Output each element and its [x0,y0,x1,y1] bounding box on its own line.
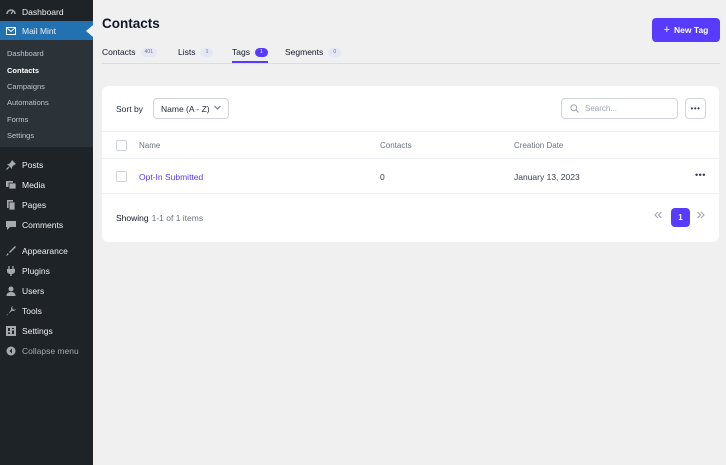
dashboard-icon [6,7,16,17]
tab-contacts[interactable]: Contacts 401 [102,44,157,60]
submenu-pointer [86,25,93,37]
submenu-item-contacts[interactable]: Contacts [7,66,39,75]
count-badge: 0 [328,47,342,57]
sidebar-item-label: Posts [22,160,44,170]
sort-select[interactable]: Name (A - Z) [153,98,229,119]
sidebar-item-pages[interactable]: Pages [0,195,93,215]
sidebar-item-label: Appearance [22,246,68,256]
showing-range: 1-1 of 1 items [151,213,204,223]
next-page-button[interactable] [696,210,706,223]
mail-mint-submenu: Dashboard Contacts Campaigns Automations… [0,40,93,147]
tags-card: Sort by Name (A - Z) ••• Name Contacts C… [102,86,719,242]
sidebar-item-users[interactable]: Users [0,281,93,301]
select-all-checkbox[interactable] [116,140,127,151]
row-checkbox[interactable] [116,171,127,182]
page-title: Contacts [102,16,160,31]
pagination-summary: Showing 1-1 of 1 items [116,213,203,223]
sidebar-item-dashboard[interactable]: Dashboard [0,2,93,22]
column-header-creation-date[interactable]: Creation Date [514,141,563,150]
double-chevron-left-icon [653,211,663,223]
sidebar-item-label: Dashboard [22,7,64,17]
sidebar-item-label: Media [22,180,46,190]
tab-segments[interactable]: Segments 0 [285,44,342,60]
tab-tags[interactable]: Tags 1 [232,44,268,60]
sidebar-item-posts[interactable]: Posts [0,155,93,175]
wrench-icon [6,306,16,316]
sidebar-item-label: Users [22,286,45,296]
collapse-menu-button[interactable]: Collapse menu [0,341,93,361]
tag-contacts-count: 0 [380,172,385,182]
sort-label: Sort by [116,104,143,114]
pages-icon [6,200,16,210]
sidebar-item-comments[interactable]: Comments [0,215,93,235]
sidebar-item-settings[interactable]: Settings [0,321,93,341]
user-icon [6,286,16,296]
search-icon [570,104,579,113]
count-badge: 401 [140,47,157,57]
sidebar-item-label: Settings [22,326,53,336]
more-horizontal-icon: ••• [695,170,706,180]
tab-label: Contacts [102,47,136,57]
column-header-contacts[interactable]: Contacts [380,141,412,150]
settings-icon [6,326,16,336]
active-tab-indicator [232,61,268,63]
count-badge: 1 [254,47,268,57]
previous-page-button[interactable] [653,210,663,223]
table-header: Name Contacts Creation Date [102,131,719,159]
sidebar-item-label: Plugins [22,266,50,276]
sidebar-item-label: Tools [22,306,42,316]
page-number-button[interactable]: 1 [671,208,690,227]
submenu-item-campaigns[interactable]: Campaigns [7,82,45,91]
row-actions-button[interactable]: ••• [695,170,706,180]
sort-value: Name (A - Z) [161,103,210,114]
tab-label: Tags [232,47,250,57]
tag-creation-date: January 13, 2023 [514,172,580,182]
submenu-item-dashboard[interactable]: Dashboard [7,49,44,58]
sidebar-item-tools[interactable]: Tools [0,301,93,321]
admin-sidebar: Dashboard Mail Mint Dashboard Contacts C… [0,0,93,465]
sidebar-item-appearance[interactable]: Appearance [0,241,93,261]
sidebar-item-plugins[interactable]: Plugins [0,261,93,281]
submenu-item-settings[interactable]: Settings [7,131,34,140]
sidebar-item-media[interactable]: Media [0,175,93,195]
pushpin-icon [6,160,16,170]
chevron-down-icon [213,103,222,114]
more-horizontal-icon: ••• [690,104,701,113]
submenu-item-automations[interactable]: Automations [7,98,49,107]
comments-icon [6,220,16,230]
more-options-button[interactable]: ••• [685,98,706,119]
showing-label: Showing [116,213,149,223]
envelope-icon [6,26,16,36]
collapse-icon [6,346,16,356]
sidebar-item-label: Collapse menu [22,346,79,356]
brush-icon [6,246,16,256]
table-row: Opt-In Submitted 0 January 13, 2023 ••• [102,159,719,194]
double-chevron-right-icon [696,211,706,223]
new-tag-button[interactable]: + New Tag [652,18,720,42]
tab-bar: Contacts 401 Lists 1 Tags 1 Segments 0 [102,42,720,64]
media-icon [6,180,16,190]
column-header-name[interactable]: Name [139,141,160,150]
tag-name-link[interactable]: Opt-In Submitted [139,172,203,182]
tab-label: Segments [285,47,324,57]
submenu-item-forms[interactable]: Forms [7,115,28,124]
tab-lists[interactable]: Lists 1 [178,44,214,60]
sidebar-item-label: Mail Mint [22,26,57,36]
new-tag-label: New Tag [674,25,709,35]
sidebar-item-label: Pages [22,200,47,210]
plugin-icon [6,266,16,276]
search-input[interactable] [585,104,665,113]
count-badge: 1 [200,47,214,57]
sidebar-item-label: Comments [22,220,64,230]
search-box [561,98,678,119]
tab-label: Lists [178,47,196,57]
plus-icon: + [663,23,671,36]
sidebar-item-mail-mint[interactable]: Mail Mint [0,21,93,41]
